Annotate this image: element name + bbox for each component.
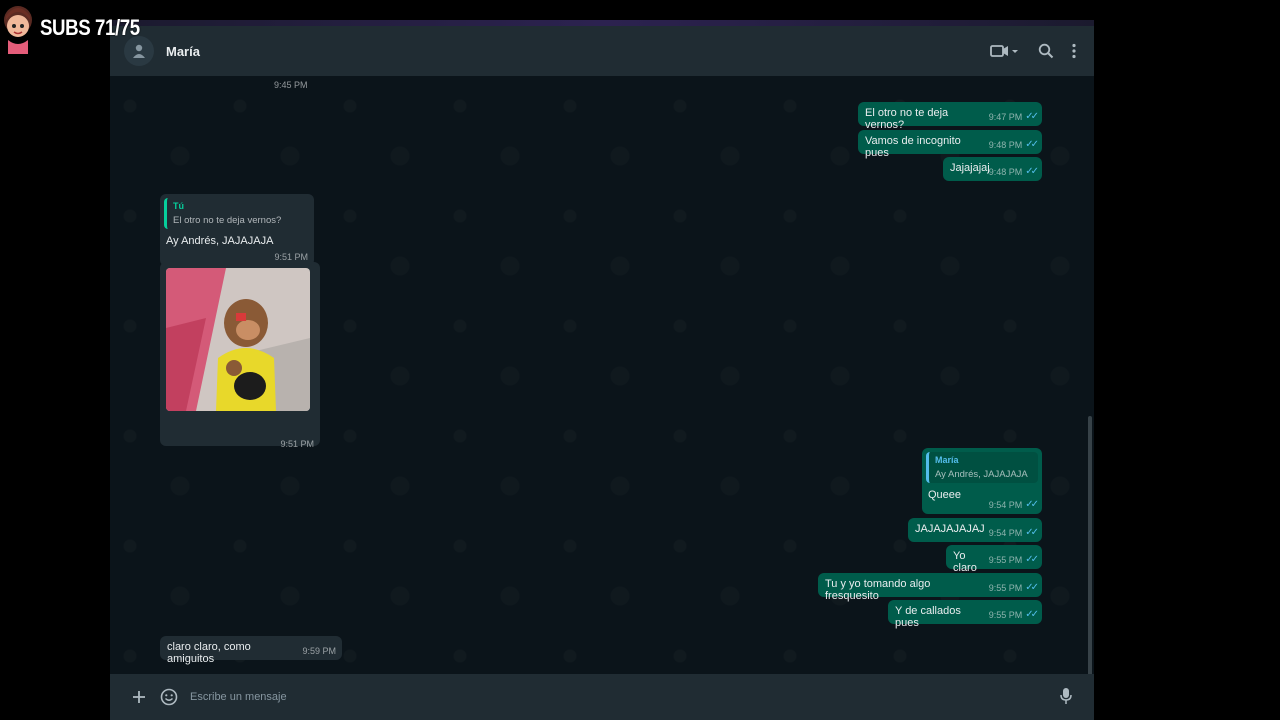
outgoing-message[interactable]: Vamos de incognito pues 9:48 PM ✓✓: [858, 130, 1042, 159]
message-time: 9:59 PM: [302, 646, 336, 656]
incoming-message[interactable]: claro claro, como amiguitos 9:59 PM: [160, 636, 342, 665]
chat-scrollbar[interactable]: [1088, 416, 1092, 716]
more-vert-icon[interactable]: [1072, 43, 1076, 59]
subs-counter: SUBS 71/75: [40, 15, 140, 40]
message-text: Ay Andrés, JAJAJAJA: [166, 235, 274, 247]
read-ticks-icon: ✓✓: [1025, 499, 1039, 510]
outgoing-message[interactable]: Y de callados pues 9:55 PM ✓✓: [888, 600, 1042, 629]
read-ticks-icon: ✓✓: [1025, 554, 1039, 565]
quote-text: Ay Andrés, JAJAJAJA: [935, 469, 1028, 480]
streamer-avatar-icon: [0, 2, 36, 54]
quoted-message[interactable]: Tú El otro no te deja vernos?: [164, 198, 310, 229]
read-ticks-icon: ✓✓: [1025, 582, 1039, 593]
stream-overlay: SUBS 71/75: [0, 0, 157, 56]
read-ticks-icon: ✓✓: [1025, 139, 1039, 150]
contact-name[interactable]: María: [166, 44, 200, 59]
message-time: 9:55 PM: [988, 554, 1023, 565]
quote-text: El otro no te deja vernos?: [173, 215, 282, 226]
message-time: 9:45 PM: [274, 80, 308, 90]
chat-header[interactable]: María: [110, 26, 1094, 76]
read-ticks-icon: ✓✓: [1025, 111, 1039, 122]
outgoing-message[interactable]: El otro no te deja vernos? 9:47 PM ✓✓: [858, 102, 1042, 131]
message-input[interactable]: [188, 690, 1012, 704]
photo-thumbnail[interactable]: [166, 268, 310, 411]
message-time: 9:48 PM: [988, 166, 1023, 177]
mic-icon[interactable]: [1060, 687, 1072, 710]
chat-messages-area[interactable]: 9:45 PM El otro no te deja vernos? 9:47 …: [110, 76, 1094, 716]
message-time: 9:51 PM: [274, 252, 308, 262]
message-time: 9:48 PM: [988, 139, 1023, 150]
video-call-icon[interactable]: [990, 43, 1020, 59]
quote-author: Tú: [173, 201, 184, 211]
read-ticks-icon: ✓✓: [1025, 609, 1039, 620]
outgoing-message[interactable]: JAJAJAJAJAJ 9:54 PM ✓✓: [908, 518, 1042, 542]
quoted-message[interactable]: María Ay Andrés, JAJAJAJA: [926, 452, 1038, 483]
incoming-message[interactable]: Tú El otro no te deja vernos? Ay Andrés,…: [160, 194, 314, 266]
message-time: 9:47 PM: [988, 111, 1023, 122]
read-ticks-icon: ✓✓: [1025, 527, 1039, 538]
read-ticks-icon: ✓✓: [1025, 166, 1039, 177]
message-text: Queee: [928, 489, 962, 501]
quote-author: María: [935, 455, 959, 465]
search-icon[interactable]: [1038, 43, 1054, 59]
whatsapp-window: María 9:45 PM El otro no te deja vernos?…: [110, 20, 1094, 720]
plus-icon[interactable]: [132, 690, 146, 704]
message-time: 9:54 PM: [988, 527, 1023, 538]
message-time: 9:55 PM: [988, 582, 1023, 593]
outgoing-message[interactable]: María Ay Andrés, JAJAJAJA Queee 9:54 PM ✓…: [922, 448, 1042, 514]
message-time: 9:51 PM: [280, 439, 314, 449]
outgoing-message[interactable]: Jajajajaj 9:48 PM ✓✓: [943, 157, 1042, 181]
outgoing-message[interactable]: Yo claro 9:55 PM ✓✓: [946, 545, 1042, 574]
message-composer: [110, 674, 1094, 720]
message-time: 9:54 PM: [988, 499, 1023, 510]
incoming-image-message[interactable]: 9:51 PM: [160, 262, 320, 449]
emoji-icon[interactable]: [160, 688, 178, 706]
outgoing-message[interactable]: Tu y yo tomando algo fresquesito 9:55 PM…: [818, 573, 1042, 602]
message-time: 9:55 PM: [988, 609, 1023, 620]
